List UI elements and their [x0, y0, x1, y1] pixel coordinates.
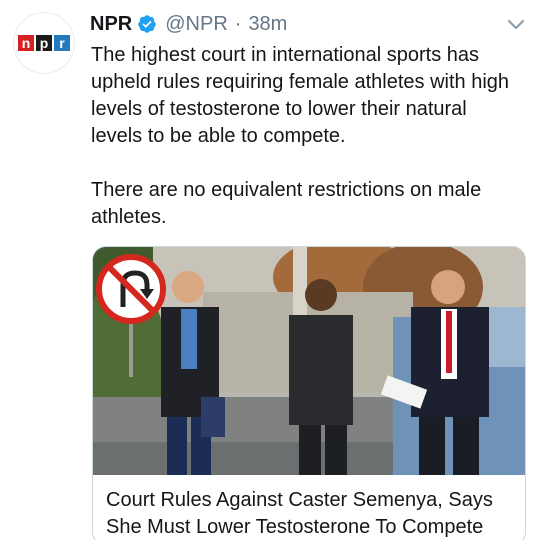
- logo-letter-p: p: [36, 35, 52, 51]
- tweet-header: NPR @NPR · 38m: [90, 11, 287, 37]
- avatar[interactable]: n p r: [13, 12, 75, 74]
- display-name[interactable]: NPR: [90, 13, 132, 36]
- logo-letter-n: n: [18, 35, 34, 51]
- card-title[interactable]: Court Rules Against Caster Semenya, Says…: [106, 487, 521, 540]
- account-handle[interactable]: @NPR: [165, 13, 228, 36]
- tweet-paragraph-2: There are no equivalent restrictions on …: [91, 179, 482, 228]
- npr-logo: n p r: [18, 35, 70, 51]
- verified-badge-icon: [137, 14, 157, 34]
- link-card[interactable]: Court Rules Against Caster Semenya, Says…: [92, 246, 526, 540]
- tweet-text: The highest court in international sport…: [91, 42, 521, 231]
- tweet-paragraph-1: The highest court in international sport…: [91, 44, 510, 147]
- card-image: [93, 247, 525, 475]
- tweet-timestamp[interactable]: 38m: [248, 13, 287, 36]
- chevron-down-icon[interactable]: [506, 17, 526, 33]
- separator-dot: ·: [234, 12, 242, 35]
- logo-letter-r: r: [54, 35, 70, 51]
